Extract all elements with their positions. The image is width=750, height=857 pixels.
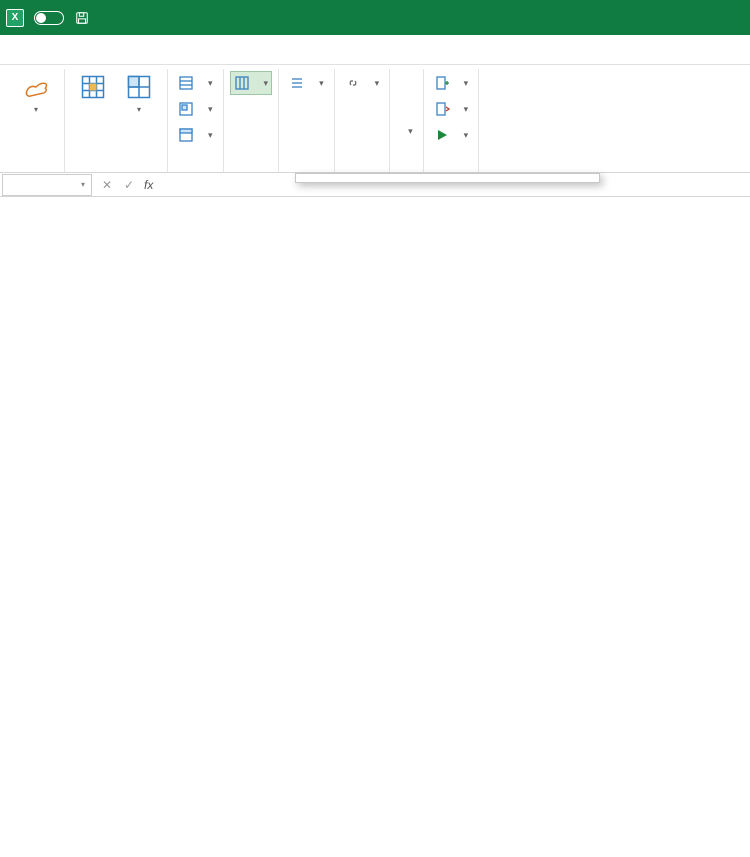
select-button[interactable]: ▾ [117,71,161,116]
save-icon[interactable] [74,10,90,26]
name-box[interactable]: ▾ [2,174,92,196]
columns-rows-icon [234,75,250,91]
ribbon-tabs [0,35,750,65]
favorites-button[interactable]: ▾ [14,71,58,116]
web-menu-button[interactable]: ▾ [341,71,384,95]
numbers-icon [289,75,305,91]
rabbit-icon [22,73,50,101]
chevron-down-icon: ▾ [264,78,269,89]
chevron-down-icon: ▾ [464,78,469,89]
confirm-formula-button[interactable]: ✓ [118,178,140,192]
columns-rows-menu-button[interactable]: ▾ [230,71,273,95]
fx-icon[interactable]: fx [140,178,157,192]
chevron-down-icon: ▾ [208,130,213,141]
ribbon: ▾ ▾ [0,65,750,173]
vision-control-button[interactable] [71,71,115,105]
start-menu-button[interactable]: ▾ [430,123,473,147]
fill-menu-button[interactable]: ▾ [174,123,217,147]
chevron-down-icon: ▾ [137,105,141,114]
import-menu-button[interactable]: ▾ [430,71,473,95]
chevron-down-icon: ▾ [81,180,85,189]
export-menu-button[interactable]: ▾ [430,97,473,121]
autosave-toggle[interactable] [30,11,68,25]
excel-logo-icon: X [6,9,24,27]
import-icon [434,75,450,91]
columns-rows-dropdown-menu [295,173,600,183]
select-grid-icon [125,73,153,101]
chevron-down-icon: ▾ [34,105,38,114]
cancel-formula-button[interactable]: ✕ [96,178,118,192]
system-menu-button[interactable]: ▾ [396,119,417,143]
play-icon [434,127,450,143]
region-icon [178,101,194,117]
export-icon [434,101,450,117]
worksheet-menu-button[interactable]: ▾ [174,71,217,95]
toggle-switch-icon [34,11,64,25]
region-menu-button[interactable]: ▾ [174,97,217,121]
chevron-down-icon: ▾ [464,104,469,115]
chevron-down-icon: ▾ [208,78,213,89]
fill-icon [178,127,194,143]
chevron-down-icon: ▾ [464,130,469,141]
chevron-down-icon: ▾ [208,104,213,115]
link-icon [345,75,361,91]
numbers-dates-menu-button[interactable]: ▾ [285,71,328,95]
chevron-down-icon: ▾ [408,126,413,137]
chevron-down-icon: ▾ [375,78,380,89]
chevron-down-icon: ▾ [319,78,324,89]
sheet-icon [178,75,194,91]
grid-focus-icon [79,73,107,101]
